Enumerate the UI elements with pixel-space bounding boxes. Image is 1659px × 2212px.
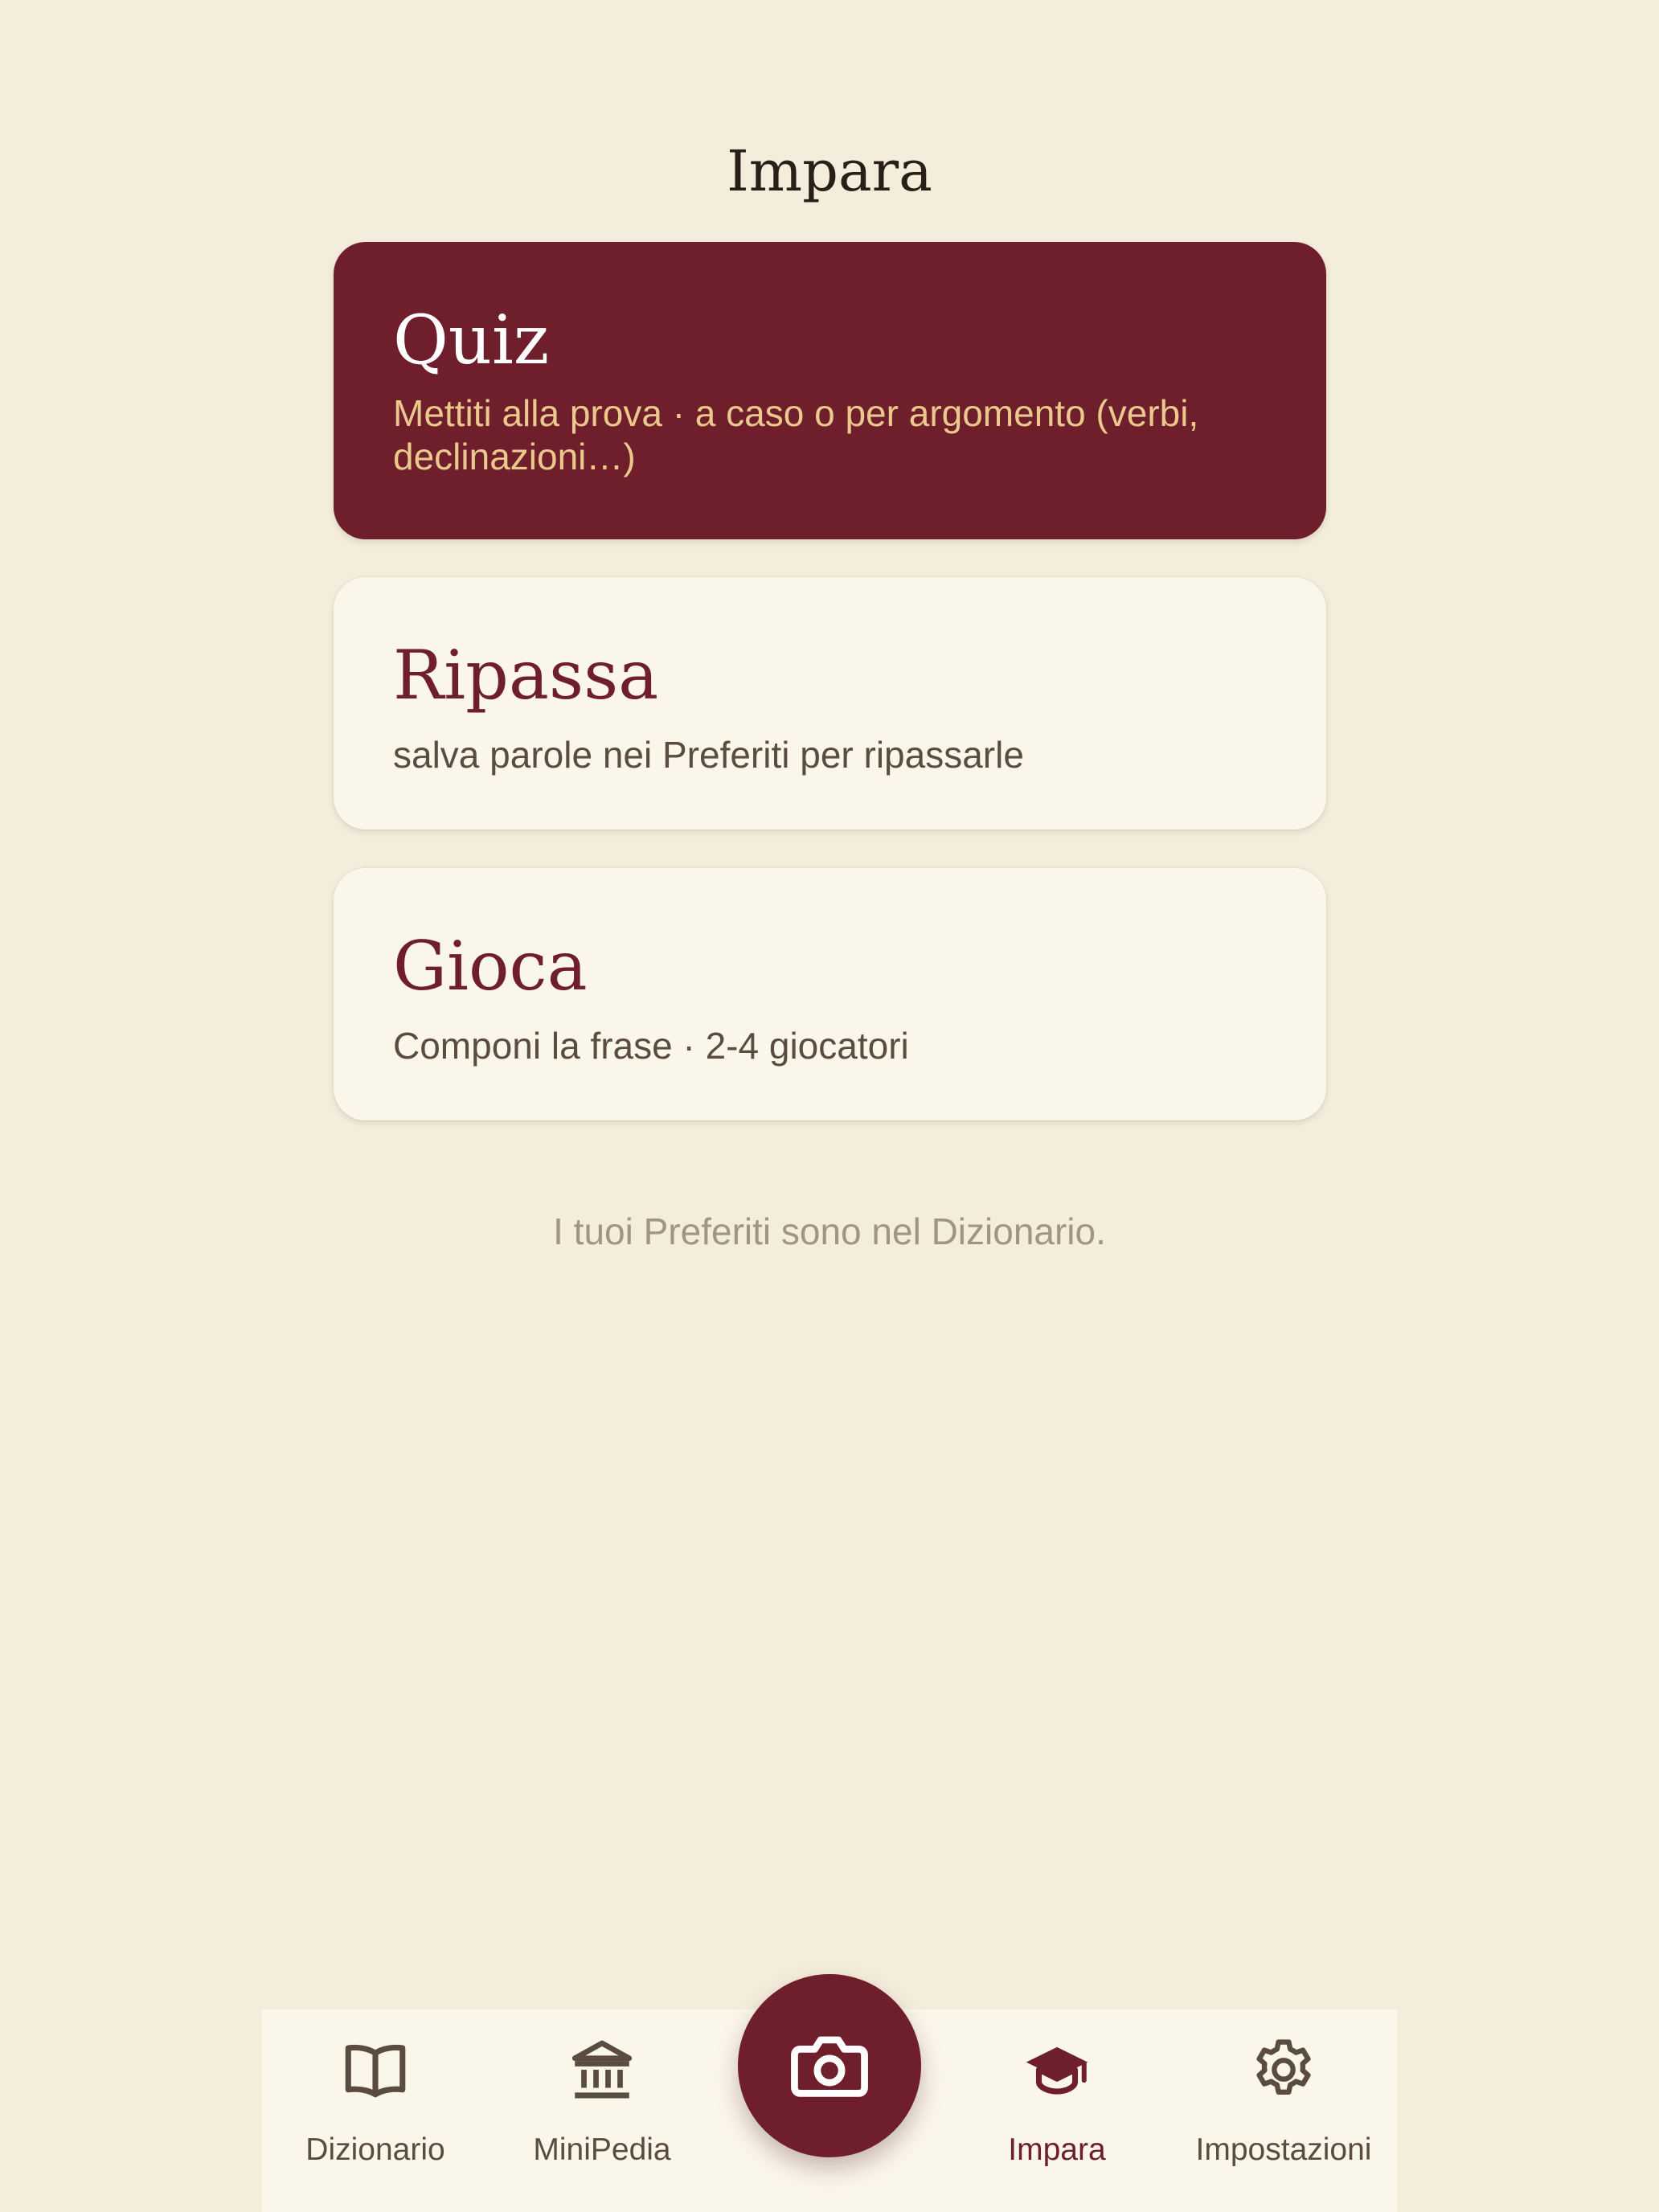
quiz-card-subtitle: Mettiti alla prova · a caso o per argome… — [393, 392, 1199, 477]
quiz-card[interactable]: Quiz Mettiti alla prova · a caso o per a… — [334, 242, 1326, 539]
play-card-subtitle: Componi la frase · 2-4 giocatori — [393, 1025, 909, 1067]
museum-icon — [571, 2040, 633, 2099]
nav-item-minipedia[interactable]: MiniPedia — [489, 2009, 715, 2212]
camera-button[interactable] — [738, 1974, 921, 2157]
play-card-title: Gioca — [393, 927, 588, 1006]
nav-label-dizionario: Dizionario — [305, 2132, 445, 2167]
nav-item-impara[interactable]: Impara — [944, 2009, 1170, 2212]
nav-label-impara: Impara — [1008, 2132, 1106, 2167]
review-card-title: Ripassa — [393, 636, 659, 715]
review-card-subtitle: salva parole nei Preferiti per ripassarl… — [393, 734, 1024, 776]
nav-label-minipedia: MiniPedia — [533, 2132, 671, 2167]
play-card[interactable]: Gioca Componi la frase · 2-4 giocatori — [334, 868, 1326, 1120]
nav-item-dizionario[interactable]: Dizionario — [262, 2009, 489, 2212]
graduation-cap-icon — [1026, 2046, 1088, 2095]
quiz-card-title: Quiz — [393, 301, 550, 379]
nav-label-impostazioni: Impostazioni — [1195, 2132, 1372, 2167]
camera-icon — [791, 2036, 868, 2097]
favorites-hint: I tuoi Preferiti sono nel Dizionario. — [553, 1210, 1106, 1252]
review-card[interactable]: Ripassa salva parole nei Preferiti per r… — [334, 577, 1326, 830]
book-icon — [345, 2044, 406, 2098]
page-title: Impara — [727, 138, 932, 204]
gear-icon — [1256, 2039, 1311, 2095]
nav-item-impostazioni[interactable]: Impostazioni — [1170, 2009, 1397, 2212]
